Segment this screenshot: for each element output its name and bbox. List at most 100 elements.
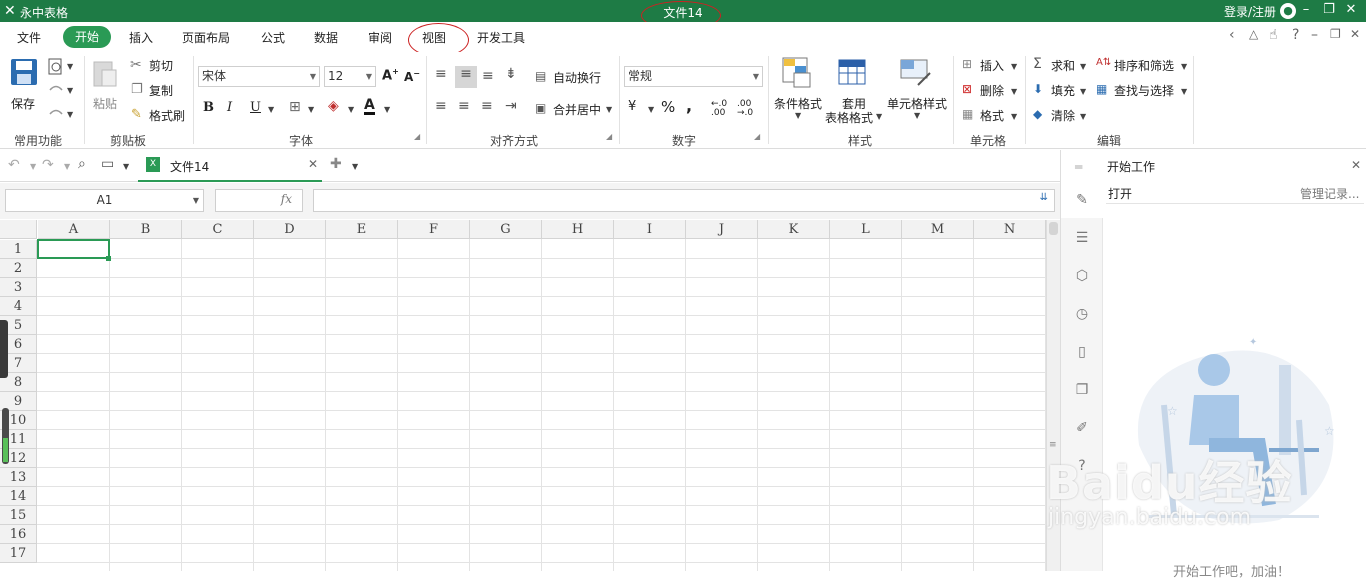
column-header[interactable]: I (614, 220, 686, 239)
indent-icon[interactable]: ⇥ (505, 98, 517, 114)
align-dialog-icon[interactable]: ◢ (606, 132, 612, 141)
bold-button[interactable]: B (203, 100, 214, 115)
menu-review[interactable]: 审阅 (368, 29, 392, 46)
sum-icon[interactable]: Σ (1033, 56, 1042, 72)
column-header[interactable]: B (110, 220, 182, 239)
format-painter-label[interactable]: 格式刷 (149, 107, 185, 124)
conditional-format-label[interactable]: 条件格式 (774, 95, 822, 112)
redo-icon[interactable]: ↷ (42, 157, 54, 173)
pane-close-icon[interactable]: ✕ (1351, 158, 1361, 172)
print-preview-icon[interactable]: ⌕ (78, 156, 86, 172)
wrap-text-label[interactable]: 自动换行 (553, 69, 601, 86)
clear-icon[interactable]: ◆ (1033, 107, 1042, 121)
row-header[interactable]: 3 (0, 278, 37, 297)
chevron-down-icon[interactable]: ▼ (193, 190, 199, 211)
insert-cells-label[interactable]: 插入 (980, 57, 1004, 74)
font-dialog-icon[interactable]: ◢ (414, 132, 420, 141)
undo-dropdown-icon[interactable]: ▼ (30, 162, 36, 171)
menu-insert[interactable]: 插入 (129, 29, 153, 46)
clear-label[interactable]: 清除 (1051, 107, 1075, 124)
save-small-icon[interactable]: ▭ (101, 156, 114, 172)
cell-style-dropdown-icon[interactable]: ▼ (914, 111, 920, 120)
decrease-font-icon[interactable]: A− (404, 69, 420, 84)
active-cell[interactable] (37, 239, 110, 259)
format-cells-label[interactable]: 格式 (980, 107, 1004, 124)
function-box[interactable]: fx (215, 189, 303, 212)
sort-filter-icon[interactable]: A⇅ (1096, 57, 1111, 68)
row-header[interactable]: 14 (0, 487, 37, 506)
find-select-label[interactable]: 查找与选择 (1114, 82, 1174, 99)
sort-filter-label[interactable]: 排序和筛选 (1114, 57, 1174, 74)
find-select-dropdown-icon[interactable]: ▼ (1181, 87, 1187, 96)
currency-dropdown-icon[interactable]: ▼ (648, 105, 654, 114)
copy-pages-icon[interactable]: ❐ (1074, 382, 1090, 398)
fill-dropdown-icon[interactable]: ▼ (1080, 87, 1086, 96)
fill-icon[interactable]: ⬇ (1033, 82, 1043, 96)
merge-center-label[interactable]: 合并居中 (553, 101, 601, 118)
increase-decimal-icon[interactable]: ←.0.00 (711, 100, 727, 118)
underline-button[interactable]: U (250, 100, 261, 115)
menu-file[interactable]: 文件 (17, 29, 41, 46)
manage-records-link[interactable]: 管理记录... (1300, 185, 1359, 202)
clear-dropdown-icon[interactable]: ▼ (1080, 112, 1086, 121)
pencil-icon[interactable]: ✎ (1074, 192, 1090, 208)
paste-icon[interactable] (92, 58, 118, 88)
fill-label[interactable]: 填充 (1051, 82, 1075, 99)
delete-cells-label[interactable]: 删除 (980, 82, 1004, 99)
font-name-select[interactable]: 宋体 ▼ (198, 66, 320, 87)
border-dropdown-icon[interactable]: ▼ (308, 105, 314, 114)
save-icon[interactable] (10, 58, 38, 86)
sort-filter-dropdown-icon[interactable]: ▼ (1181, 62, 1187, 71)
redo-icon[interactable] (47, 106, 65, 122)
scrollbar-thumb[interactable] (1049, 222, 1058, 235)
column-header[interactable]: D (254, 220, 326, 239)
new-tab-icon[interactable]: ✚ (330, 156, 342, 172)
paste-label[interactable]: 粘贴 (93, 95, 117, 112)
undo-dropdown-icon[interactable]: ▼ (67, 86, 73, 95)
clipboard-icon[interactable]: ▯ (1074, 344, 1090, 360)
menu-data[interactable]: 数据 (314, 29, 338, 46)
cell-style-icon[interactable] (900, 57, 932, 89)
row-header[interactable]: 17 (0, 544, 37, 563)
border-icon[interactable]: ⊞ (289, 99, 301, 115)
italic-button[interactable]: I (227, 100, 232, 115)
minimize-button[interactable]: – (1296, 2, 1316, 17)
name-box[interactable]: A1 ▼ (5, 189, 204, 212)
row-header[interactable]: 16 (0, 525, 37, 544)
doc-close-icon[interactable]: ✕ (1350, 27, 1360, 41)
undo-icon[interactable]: ↶ (8, 157, 20, 173)
menu-home[interactable]: 开始 (63, 26, 111, 48)
conditional-format-dropdown-icon[interactable]: ▼ (795, 111, 801, 120)
column-header[interactable]: J (686, 220, 758, 239)
column-header[interactable]: K (758, 220, 830, 239)
column-header[interactable]: E (326, 220, 398, 239)
decrease-decimal-icon[interactable]: .00 →.0 (737, 100, 753, 118)
doc-tab[interactable]: X 文件14 ✕ (138, 153, 322, 182)
fill-handle[interactable] (106, 256, 111, 261)
format-dropdown-icon[interactable]: ▼ (1011, 112, 1017, 121)
insert-dropdown-icon[interactable]: ▼ (1011, 62, 1017, 71)
conditional-format-icon[interactable] (782, 57, 812, 89)
fx-icon[interactable]: fx (281, 192, 292, 206)
menu-page-layout[interactable]: 页面布局 (182, 29, 230, 46)
number-dialog-icon[interactable]: ◢ (754, 132, 760, 141)
column-header[interactable]: G (470, 220, 542, 239)
delete-dropdown-icon[interactable]: ▼ (1011, 87, 1017, 96)
print-preview-icon[interactable] (47, 58, 65, 76)
column-header[interactable]: A (38, 220, 110, 239)
merge-dropdown-icon[interactable]: ▼ (606, 105, 612, 114)
copy-label[interactable]: 复制 (149, 82, 173, 99)
column-header[interactable]: H (542, 220, 614, 239)
format-cells-icon[interactable]: ▦ (962, 107, 973, 121)
close-button[interactable]: ✕ (1341, 2, 1361, 17)
sum-label[interactable]: 求和 (1051, 57, 1075, 74)
column-header[interactable]: F (398, 220, 470, 239)
row-header[interactable]: 4 (0, 297, 37, 316)
sum-dropdown-icon[interactable]: ▼ (1080, 62, 1086, 71)
cube-icon[interactable]: ⬡ (1074, 268, 1090, 284)
cut-label[interactable]: 剪切 (149, 57, 173, 74)
print-preview-dropdown-icon[interactable]: ▼ (67, 62, 73, 71)
redo-dropdown-icon[interactable]: ▼ (67, 110, 73, 119)
row-header[interactable]: 15 (0, 506, 37, 525)
percent-icon[interactable]: % (661, 98, 675, 116)
